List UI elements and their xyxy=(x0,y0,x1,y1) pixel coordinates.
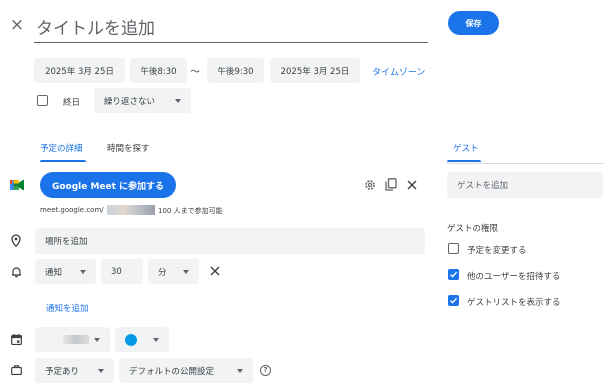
repeat-dropdown[interactable]: 繰り返さない xyxy=(94,88,191,113)
tab-guests-label: ゲスト xyxy=(453,144,479,154)
chevron-down-icon xyxy=(153,338,159,342)
copy-icon[interactable] xyxy=(385,178,397,191)
meet-link[interactable]: meet.google.com/ xyxy=(40,206,104,214)
start-time-chip[interactable]: 午後8:30 xyxy=(130,58,187,83)
notification-unit-label: 分 xyxy=(158,267,167,278)
location-input[interactable]: 場所を追加 xyxy=(35,228,425,254)
time-separator: 〜 xyxy=(190,67,200,78)
location-placeholder: 場所を追加 xyxy=(45,237,88,247)
title-placeholder: タイトルを追加 xyxy=(36,19,155,39)
permission-checkbox-modify[interactable] xyxy=(448,243,459,254)
title-input[interactable]: タイトルを追加 xyxy=(34,10,428,43)
chevron-down-icon xyxy=(237,369,243,373)
help-icon[interactable]: ? xyxy=(260,365,271,376)
save-button-label: 保存 xyxy=(465,18,482,28)
permission-label-modify: 予定を変更する xyxy=(467,246,527,256)
add-guests-input[interactable]: ゲストを追加 xyxy=(447,172,603,198)
remove-notification-icon[interactable] xyxy=(209,265,221,277)
meet-capacity: 100 人まで参加可能 xyxy=(158,207,223,215)
allday-label: 終日 xyxy=(63,98,81,108)
timezone-link[interactable]: タイムゾーン xyxy=(372,65,425,78)
notification-amount-value: 30 xyxy=(111,266,122,277)
notification-amount-input[interactable]: 30 xyxy=(101,259,143,284)
close-icon[interactable]: × xyxy=(9,15,25,35)
bell-icon xyxy=(10,265,22,278)
calendar-icon xyxy=(10,333,22,345)
notification-unit-dropdown[interactable]: 分 xyxy=(148,259,199,284)
location-icon xyxy=(10,234,22,247)
permission-checkbox-invite[interactable] xyxy=(448,269,459,280)
chevron-down-icon xyxy=(183,270,189,274)
save-button[interactable]: 保存 xyxy=(448,11,499,35)
guest-permissions-title: ゲストの権限 xyxy=(447,224,499,234)
start-date-chip[interactable]: 2025年 3月 25日 xyxy=(34,58,125,83)
permission-checkbox-see-list[interactable] xyxy=(448,295,459,306)
tab-guests[interactable]: ゲスト xyxy=(447,142,603,164)
join-google-meet-button[interactable]: Google Meet に参加する xyxy=(40,172,176,198)
visibility-label: デフォルトの公開設定 xyxy=(129,366,215,377)
repeat-label: 繰り返さない xyxy=(104,96,156,107)
join-google-meet-label: Google Meet に参加する xyxy=(51,181,165,192)
chevron-down-icon xyxy=(98,369,104,373)
tab-event-details[interactable]: 予定の詳細 xyxy=(40,142,86,164)
chevron-down-icon xyxy=(80,270,86,274)
visibility-dropdown[interactable]: デフォルトの公開設定 xyxy=(119,358,253,383)
permission-label-see-list: ゲストリストを表示する xyxy=(467,298,561,308)
chevron-down-icon xyxy=(175,99,181,103)
chevron-down-icon xyxy=(94,338,100,342)
permission-label-invite: 他のユーザーを招待する xyxy=(467,272,561,282)
calendar-dropdown[interactable] xyxy=(35,327,110,352)
notification-type-label: 通知 xyxy=(45,267,63,278)
tab-event-details-label: 予定の詳細 xyxy=(40,144,83,154)
meet-link-redacted xyxy=(107,205,155,215)
end-time-chip[interactable]: 午後9:30 xyxy=(207,58,264,83)
allday-checkbox[interactable] xyxy=(37,95,48,106)
settings-icon[interactable] xyxy=(364,179,376,191)
event-color-swatch xyxy=(125,333,137,346)
briefcase-icon xyxy=(10,364,22,376)
tab-active-indicator xyxy=(40,160,86,162)
end-date-chip[interactable]: 2025年 3月 25日 xyxy=(270,58,360,83)
tab-find-time[interactable]: 時間を探す xyxy=(107,142,150,154)
google-meet-icon xyxy=(10,179,24,191)
notification-type-dropdown[interactable]: 通知 xyxy=(35,259,96,284)
tab-guests-indicator xyxy=(447,160,481,162)
calendar-name-redacted xyxy=(63,335,89,344)
availability-dropdown[interactable]: 予定あり xyxy=(35,358,114,383)
add-guests-placeholder: ゲストを追加 xyxy=(457,181,509,191)
remove-meet-icon[interactable] xyxy=(406,178,418,191)
event-color-dropdown[interactable] xyxy=(115,327,169,352)
add-notification-link[interactable]: 通知を追加 xyxy=(46,302,89,314)
availability-label: 予定あり xyxy=(45,366,80,377)
